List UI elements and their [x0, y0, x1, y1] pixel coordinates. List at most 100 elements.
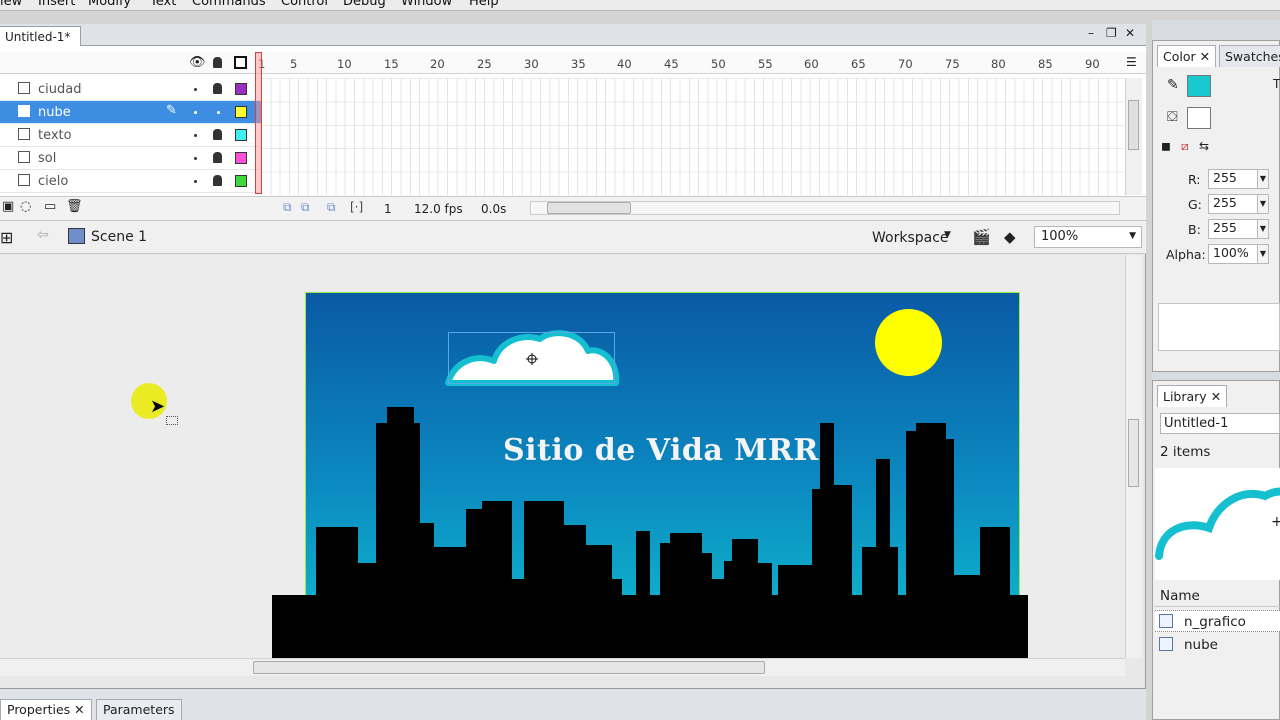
zoom-value: 100% — [1041, 229, 1079, 244]
black-white-icon[interactable]: ◼ — [1161, 139, 1171, 153]
menu-modify[interactable]: Modify — [88, 0, 131, 9]
lock-icon[interactable] — [213, 152, 222, 163]
onion-outline-icon[interactable]: ⧉ — [327, 200, 336, 215]
outline-color-swatch[interactable] — [235, 106, 247, 118]
edit-multiple-icon[interactable]: [·] — [350, 200, 363, 214]
close-icon[interactable]: ✕ — [1211, 389, 1221, 404]
city-skyline-shape[interactable] — [272, 405, 1032, 658]
alpha-input[interactable]: 100% — [1208, 244, 1258, 264]
scroll-thumb[interactable] — [253, 661, 765, 674]
close-icon[interactable]: ✕ — [1200, 49, 1210, 64]
lock-icon[interactable] — [213, 83, 222, 94]
trash-icon[interactable]: 🗑 — [66, 199, 83, 214]
library-name-header[interactable]: Name — [1154, 585, 1280, 607]
motion-guide-icon[interactable]: ◌ — [20, 199, 31, 214]
tab-properties[interactable]: Properties ✕ — [0, 699, 92, 720]
lock-icon[interactable] — [213, 129, 222, 140]
close-icon[interactable]: ✕ — [74, 702, 84, 717]
back-arrow-icon[interactable]: ⇦ — [37, 227, 49, 243]
fill-color-swatch[interactable] — [1187, 107, 1211, 129]
new-folder-icon[interactable]: ▭ — [44, 199, 56, 214]
scroll-thumb[interactable] — [547, 202, 631, 214]
frame-number: 20 — [430, 57, 445, 71]
scroll-thumb[interactable] — [1128, 419, 1139, 487]
eye-icon[interactable]: 👁 — [189, 55, 206, 70]
r-input[interactable]: 255 — [1208, 169, 1258, 189]
layer-nube[interactable]: nube ✎ — [0, 101, 262, 124]
visibility-dot[interactable] — [194, 134, 197, 137]
stage-horizontal-scrollbar[interactable] — [0, 658, 1125, 676]
visibility-dot[interactable] — [194, 180, 197, 183]
pasteboard[interactable]: Sitio de Vida MRR ➤ — [0, 255, 1125, 658]
edit-symbols-icon[interactable]: ◆ — [1004, 228, 1016, 246]
layer-icon — [18, 128, 30, 140]
timeline-menu-icon[interactable]: ☰ — [1126, 55, 1137, 69]
frame-number: 65 — [851, 57, 866, 71]
layer-texto[interactable]: texto — [0, 124, 262, 147]
tab-color[interactable]: Color ✕ — [1157, 45, 1217, 67]
menu-debug[interactable]: Debug — [343, 0, 386, 9]
document-tab[interactable]: Untitled-1* — [0, 26, 82, 47]
menu-window[interactable]: Window — [401, 0, 452, 9]
menu-insert[interactable]: Insert — [38, 0, 75, 9]
library-item-name: nube — [1184, 637, 1218, 653]
layer-sol[interactable]: sol — [0, 147, 262, 170]
b-input[interactable]: 255 — [1208, 219, 1258, 239]
menu-view[interactable]: iew — [0, 0, 22, 9]
sun-shape[interactable] — [875, 309, 942, 376]
library-document-select[interactable]: Untitled-1 — [1160, 413, 1280, 434]
visibility-dot[interactable] — [194, 111, 197, 114]
tab-library[interactable]: Library ✕ — [1157, 385, 1228, 407]
library-item-nube[interactable]: nube — [1155, 634, 1280, 656]
lock-dot[interactable] — [217, 111, 220, 114]
outline-all-icon[interactable] — [234, 56, 247, 69]
color-preview — [1158, 303, 1280, 351]
menu-commands[interactable]: Commands — [192, 0, 266, 9]
onion-skin-icon[interactable]: ⧉ — [301, 200, 310, 215]
b-dropdown[interactable]: ▼ — [1257, 219, 1269, 239]
center-frame-icon[interactable]: ⧉ — [283, 200, 292, 215]
edit-scene-icon[interactable]: 🎬 — [972, 228, 991, 246]
outline-color-swatch[interactable] — [235, 129, 247, 141]
tab-parameters[interactable]: Parameters — [96, 699, 182, 720]
frames-grid[interactable] — [262, 78, 1124, 195]
timeline-toggle-icon[interactable]: ⊞ — [0, 228, 13, 247]
visibility-dot[interactable] — [194, 88, 197, 91]
zoom-select[interactable]: 100% ▼ — [1034, 226, 1142, 248]
g-dropdown[interactable]: ▼ — [1257, 194, 1269, 214]
chevron-down-icon[interactable]: ▼ — [944, 230, 951, 240]
r-dropdown[interactable]: ▼ — [1257, 169, 1269, 189]
stage-vertical-scrollbar[interactable] — [1125, 255, 1142, 658]
no-color-icon[interactable]: ⧄ — [1181, 139, 1189, 154]
minimize-icon[interactable]: – — [1088, 26, 1094, 40]
library-item-n-grafico[interactable]: n_grafico — [1155, 610, 1280, 632]
workspace-menu[interactable]: Workspace — [872, 230, 949, 246]
lock-all-icon[interactable] — [213, 57, 222, 68]
b-label: B: — [1188, 222, 1201, 237]
tab-swatches[interactable]: Swatches — [1219, 45, 1280, 67]
timeline-vertical-scrollbar[interactable] — [1125, 78, 1142, 195]
lock-icon[interactable] — [213, 175, 222, 186]
layer-ciudad[interactable]: ciudad — [0, 78, 262, 101]
alpha-dropdown[interactable]: ▼ — [1257, 244, 1269, 264]
timeline-horizontal-scrollbar[interactable] — [530, 201, 1120, 215]
g-input[interactable]: 255 — [1208, 194, 1258, 214]
close-icon[interactable]: ✕ — [1125, 26, 1135, 40]
scene-label[interactable]: Scene 1 — [91, 229, 147, 245]
outline-color-swatch[interactable] — [235, 83, 247, 95]
swap-colors-icon[interactable]: ⇆ — [1199, 139, 1209, 153]
outline-color-swatch[interactable] — [235, 152, 247, 164]
layer-icon — [18, 174, 30, 186]
menu-control[interactable]: Control — [281, 0, 328, 9]
frame-rate: 12.0 fps — [414, 202, 463, 216]
playhead[interactable] — [255, 52, 262, 194]
restore-icon[interactable]: ❐ — [1106, 26, 1117, 40]
scroll-thumb[interactable] — [1128, 100, 1139, 150]
stroke-color-swatch[interactable] — [1187, 75, 1211, 97]
new-layer-icon[interactable]: ▣ — [2, 199, 14, 214]
outline-color-swatch[interactable] — [235, 175, 247, 187]
layer-cielo[interactable]: cielo — [0, 170, 262, 193]
visibility-dot[interactable] — [194, 157, 197, 160]
menu-help[interactable]: Help — [469, 0, 499, 9]
menu-text[interactable]: Text — [150, 0, 176, 9]
